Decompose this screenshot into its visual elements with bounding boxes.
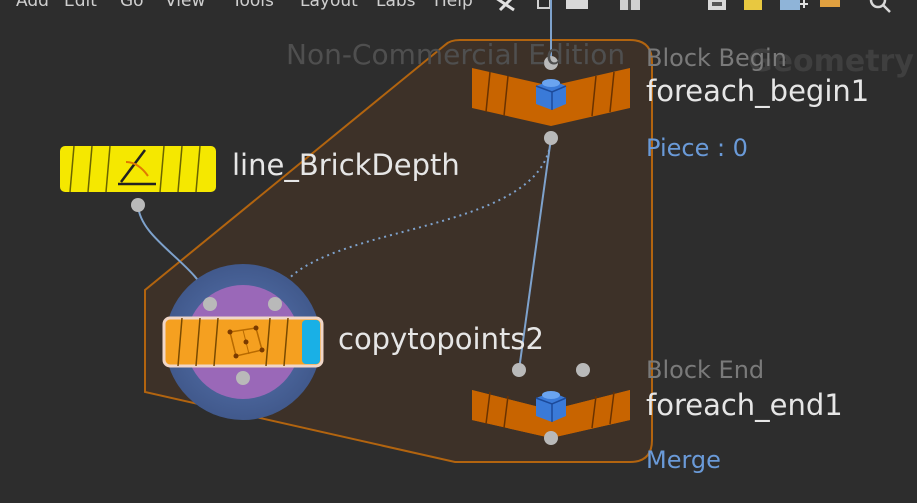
toolbar: [496, 0, 891, 13]
begin-type-label: Block Begin: [646, 44, 787, 72]
node-name-line[interactable]: line_BrickDepth: [232, 148, 460, 182]
line-output-port[interactable]: [131, 198, 145, 212]
end-output-port[interactable]: [544, 431, 558, 445]
node-copytopoints2[interactable]: [162, 264, 324, 420]
copy-output-port[interactable]: [236, 371, 250, 385]
search-icon[interactable]: [869, 0, 891, 13]
node-line-brickdepth[interactable]: [60, 145, 216, 212]
copy-input-port-2[interactable]: [268, 297, 282, 311]
end-info-label: Merge: [646, 446, 721, 474]
folder-icon[interactable]: [820, 0, 840, 7]
begin-output-port[interactable]: [544, 131, 558, 145]
wrench-icon[interactable]: [496, 0, 515, 12]
begin-info-label: Piece : 0: [646, 134, 748, 162]
node-name-begin[interactable]: foreach_begin1: [646, 74, 869, 108]
end-type-label: Block End: [646, 356, 765, 384]
note-icon[interactable]: [744, 0, 762, 10]
window-icon[interactable]: [566, 0, 588, 9]
add-network-box-icon[interactable]: [780, 0, 808, 10]
save-icon[interactable]: [708, 0, 726, 10]
node-name-end[interactable]: foreach_end1: [646, 388, 843, 422]
layout-grid-icon[interactable]: [620, 0, 640, 10]
network-editor[interactable]: Add Edit Go View Tools Layout Labs Help: [0, 0, 917, 503]
watermark: Non-Commercial Edition: [286, 38, 626, 71]
end-input-port-2[interactable]: [576, 363, 590, 377]
copy-input-port-1[interactable]: [203, 297, 217, 311]
pin-icon[interactable]: [537, 0, 551, 9]
end-input-port-1[interactable]: [512, 363, 526, 377]
node-name-copy[interactable]: copytopoints2: [338, 322, 544, 356]
